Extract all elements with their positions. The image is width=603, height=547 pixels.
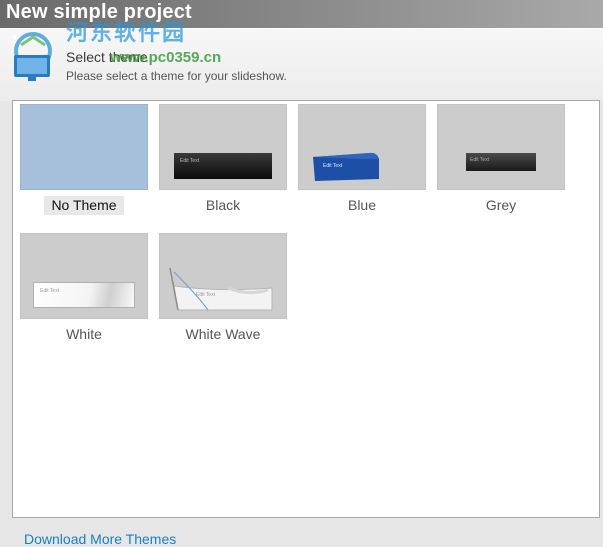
theme-tile-black[interactable]: Edit Text Black [159,104,287,215]
theme-label: Grey [485,197,517,213]
theme-tile-no-theme[interactable]: No Theme [20,104,148,215]
watermark-url: www.pc0359.cn [110,49,222,66]
theme-thumbnail[interactable]: Edit Text [159,233,287,319]
theme-tile-grey[interactable]: Edit Text Grey [437,104,565,215]
blue-theme-preview [313,152,379,181]
theme-label: Blue [347,197,377,213]
theme-thumbnail[interactable]: Edit Text [437,104,565,190]
theme-thumbnail[interactable]: Edit Text [20,233,148,319]
theme-thumbnail[interactable]: Edit Text [298,104,426,190]
page-subtitle: Please select a theme for your slideshow… [66,69,287,83]
theme-thumbnail[interactable] [20,104,148,190]
theme-list-panel[interactable]: No Theme Edit Text Black Edit Text Blue … [12,100,600,518]
theme-label: White Wave [185,326,261,342]
theme-tile-white[interactable]: Edit Text White [20,233,148,344]
grey-theme-preview: Edit Text [466,153,536,171]
theme-label: White [66,326,102,342]
white-theme-preview: Edit Text [33,282,135,308]
watermark-logo-icon [12,32,52,81]
theme-tile-white-wave[interactable]: Edit Text White Wave [159,233,287,344]
black-theme-preview: Edit Text [174,153,272,179]
download-more-themes-link[interactable]: Download More Themes [24,531,176,547]
header-area: 河东软件园 Select theme www.pc0359.cn Please … [0,20,603,101]
white-wave-theme-preview [169,267,273,311]
theme-label: Black [205,197,241,213]
watermark-site-name: 河东软件园 [66,20,187,46]
theme-thumbnail[interactable]: Edit Text [159,104,287,190]
theme-label: No Theme [20,196,148,215]
theme-tile-blue[interactable]: Edit Text Blue [298,104,426,215]
